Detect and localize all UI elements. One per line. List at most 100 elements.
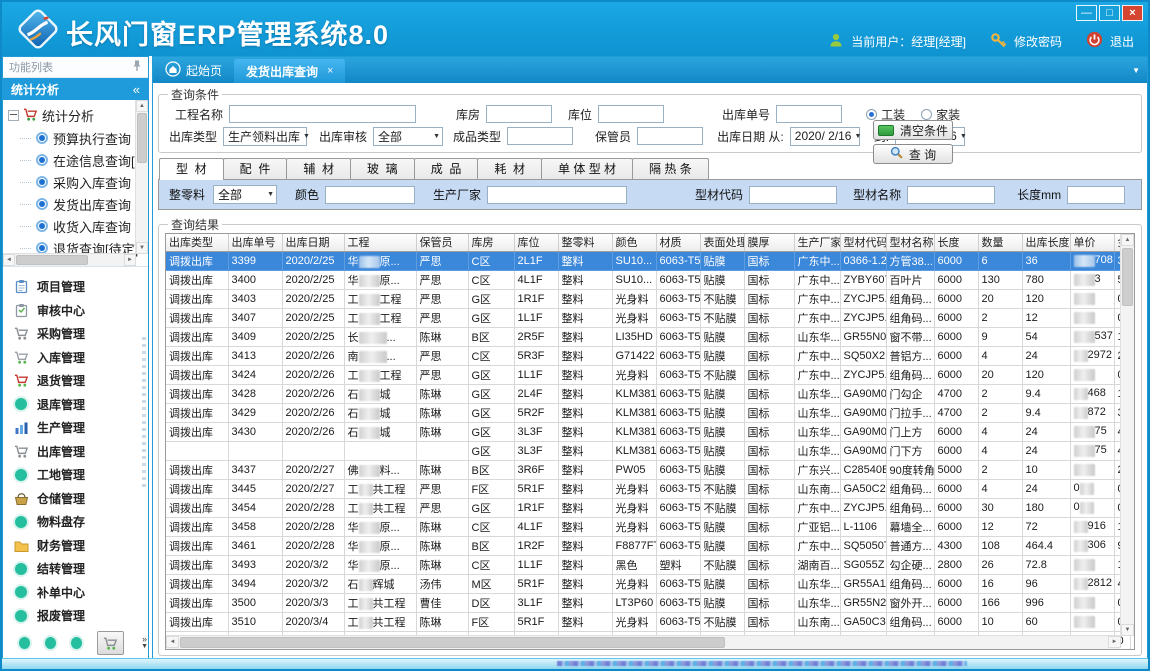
sidebar-item-采购管理[interactable]: 采购管理 (13, 322, 148, 346)
column-header[interactable]: 颜色 (612, 234, 656, 251)
sidebar-item-补单中心[interactable]: 补单中心 (13, 581, 148, 605)
pin-icon[interactable] (132, 59, 142, 75)
sidebar-item-入库管理[interactable]: 入库管理 (13, 346, 148, 370)
column-header[interactable]: 型材代码 (840, 234, 886, 251)
sidebar-item-审核中心[interactable]: 审核中心 (13, 299, 148, 323)
column-header[interactable]: 单价 (1070, 234, 1114, 251)
table-row[interactable]: 调拨出库33992020/2/25华原...严思C区2L1F整料SU10...6… (166, 251, 1130, 270)
sidebar-item-工地管理[interactable]: 工地管理 (13, 463, 148, 487)
tree-item[interactable]: 收货入库查询 (8, 215, 134, 237)
logout-link[interactable]: 退出 (1110, 33, 1134, 50)
column-header[interactable]: 型材名称 (886, 234, 934, 251)
table-row[interactable]: 调拨出库35102020/3/4工共工程陈琳F区5R1F整料光身料6063-T5… (166, 612, 1130, 631)
table-row[interactable]: 调拨出库34372020/2/27佛料...陈琳B区3R6F整料PW056063… (166, 460, 1130, 479)
table-row[interactable]: 调拨出库34932020/3/2华原...陈琳C区1L1F整料黑色塑料不贴膜国标… (166, 555, 1130, 574)
overflow-item-icon[interactable] (71, 637, 82, 649)
order-no-input[interactable] (776, 105, 842, 123)
out-type-select[interactable]: 生产领料出库▼ (223, 127, 307, 146)
table-row[interactable]: 调拨出库34542020/2/28工共工程严思G区1R1F整料光身料6063-T… (166, 498, 1130, 517)
table-row[interactable]: 调拨出库34942020/3/2石辉城汤伟M区5R1F整料光身料6063-T5贴… (166, 574, 1130, 593)
close-button[interactable]: × (1122, 5, 1143, 21)
change-password-link[interactable]: 修改密码 (1014, 33, 1062, 50)
column-header[interactable]: 生产厂家 (794, 234, 840, 251)
menu-scroll-track[interactable] (142, 337, 146, 487)
factory-input[interactable] (487, 186, 627, 204)
minimize-button[interactable]: — (1076, 5, 1097, 21)
collapse-icon[interactable]: « (133, 82, 140, 97)
column-header[interactable]: 保管员 (416, 234, 468, 251)
sidebar-item-出库管理[interactable]: 出库管理 (13, 440, 148, 464)
column-header[interactable]: 出库类型 (166, 234, 228, 251)
column-header[interactable]: 材质 (656, 234, 700, 251)
column-header[interactable]: 出库日期 (282, 234, 344, 251)
table-row[interactable]: 调拨出库34092020/2/25长...陈琳B区2R5F整料LI35HD606… (166, 327, 1130, 346)
table-horizontal-scrollbar[interactable]: ◄ ► (166, 635, 1121, 649)
column-header[interactable]: 数量 (978, 234, 1022, 251)
whole-part-select[interactable]: 全部▼ (213, 185, 277, 204)
date-from-select[interactable]: 2020/ 2/16▼ (790, 127, 860, 146)
sidebar-item-结转管理[interactable]: 结转管理 (13, 557, 148, 581)
audit-select[interactable]: 全部▼ (373, 127, 443, 146)
radio-gongzhuang[interactable] (866, 109, 877, 120)
material-tab-单体型材[interactable]: 单 体 型 材 (541, 158, 633, 179)
overflow-cart-button[interactable] (97, 631, 124, 655)
sidebar-item-项目管理[interactable]: 项目管理 (13, 275, 148, 299)
table-row[interactable]: 调拨出库34302020/2/26石城陈琳G区3L3F整料KLM38176063… (166, 422, 1130, 441)
table-row[interactable]: 调拨出库34132020/2/26南...严思C区5R3F整料G71422606… (166, 346, 1130, 365)
table-row[interactable]: 调拨出库34292020/2/26石城陈琳G区5R2F整料KLM38176063… (166, 403, 1130, 422)
column-header[interactable]: 整零料 (558, 234, 612, 251)
overflow-item-icon[interactable] (19, 637, 30, 649)
tree-item[interactable]: 采购入库查询 (8, 171, 134, 193)
sidebar-item-物料盘存[interactable]: 物料盘存 (13, 510, 148, 534)
warehouse-input[interactable] (486, 105, 552, 123)
clear-conditions-button[interactable]: 清空条件 (873, 120, 953, 140)
sidebar-item-财务管理[interactable]: 财务管理 (13, 534, 148, 558)
column-header[interactable]: 库房 (468, 234, 514, 251)
material-tab-型材[interactable]: 型 材 (159, 158, 224, 180)
location-input[interactable] (598, 105, 664, 123)
column-header[interactable]: 出库单号 (228, 234, 282, 251)
overflow-more-button[interactable]: »▼ (141, 635, 148, 651)
length-input[interactable] (1067, 186, 1125, 204)
tree-item[interactable]: 发货出库查询 (8, 193, 134, 215)
table-row[interactable]: 调拨出库34452020/2/27工共工程严思F区5R1F整料光身料6063-T… (166, 479, 1130, 498)
material-tab-成品[interactable]: 成 品 (414, 158, 479, 179)
keeper-input[interactable] (637, 127, 703, 145)
sidebar-item-生产管理[interactable]: 生产管理 (13, 416, 148, 440)
sidebar-item-退库管理[interactable]: 退库管理 (13, 393, 148, 417)
tree-item[interactable]: 在途信息查询[待 (8, 149, 134, 171)
column-header[interactable]: 长度 (934, 234, 978, 251)
project-name-input[interactable] (229, 105, 416, 123)
tree-horizontal-scrollbar[interactable]: ◄ ► (3, 253, 136, 266)
column-header[interactable]: 出库长度 (1022, 234, 1070, 251)
sidebar-item-退货管理[interactable]: 退货管理 (13, 369, 148, 393)
table-row[interactable]: 调拨出库34582020/2/28华原...陈琳C区4L1F整料光身料6063-… (166, 517, 1130, 536)
tab-home[interactable]: 起始页 (153, 57, 234, 83)
group-header[interactable]: 统计分析 « (3, 78, 148, 100)
table-row[interactable]: 调拨出库34032020/2/25工工程严思G区1R1F整料光身料6063-T5… (166, 289, 1130, 308)
color-input[interactable] (325, 186, 415, 204)
column-header[interactable]: 库位 (514, 234, 558, 251)
column-header[interactable]: 表面处理 (700, 234, 744, 251)
sidebar-item-仓储管理[interactable]: 仓储管理 (13, 487, 148, 511)
product-type-input[interactable] (507, 127, 573, 145)
profile-name-input[interactable] (907, 186, 995, 204)
tree-root-node[interactable]: 统计分析 (8, 104, 134, 127)
column-header[interactable]: 工程 (344, 234, 416, 251)
profile-code-input[interactable] (749, 186, 837, 204)
table-row[interactable]: 调拨出库34612020/2/28华原...陈琳B区1R2F整料F8877FT6… (166, 536, 1130, 555)
table-row[interactable]: G区3L3F整料KLM38176063-T5贴膜国标山东华...GA90M09.… (166, 441, 1130, 460)
table-row[interactable]: 调拨出库34072020/2/25工工程严思G区1L1F整料光身料6063-T5… (166, 308, 1130, 327)
tree-vertical-scrollbar[interactable]: ▲ ▼ (135, 100, 148, 254)
material-tab-耗材[interactable]: 耗 材 (477, 158, 542, 179)
column-header[interactable]: 膜厚 (744, 234, 794, 251)
material-tab-配件[interactable]: 配 件 (223, 158, 288, 179)
material-tab-隔热条[interactable]: 隔 热 条 (632, 158, 709, 179)
tab-close-icon[interactable]: × (327, 65, 333, 77)
tree-item[interactable]: 预算执行查询 (8, 127, 134, 149)
tab-list-dropdown-icon[interactable]: ▼ (1132, 66, 1140, 75)
maximize-button[interactable]: □ (1099, 5, 1120, 21)
radio-jiazhuang[interactable] (921, 109, 932, 120)
table-row[interactable]: 调拨出库34282020/2/26石城陈琳G区2L4F整料KLM38176063… (166, 384, 1130, 403)
sidebar-item-报废管理[interactable]: 报废管理 (13, 604, 148, 628)
